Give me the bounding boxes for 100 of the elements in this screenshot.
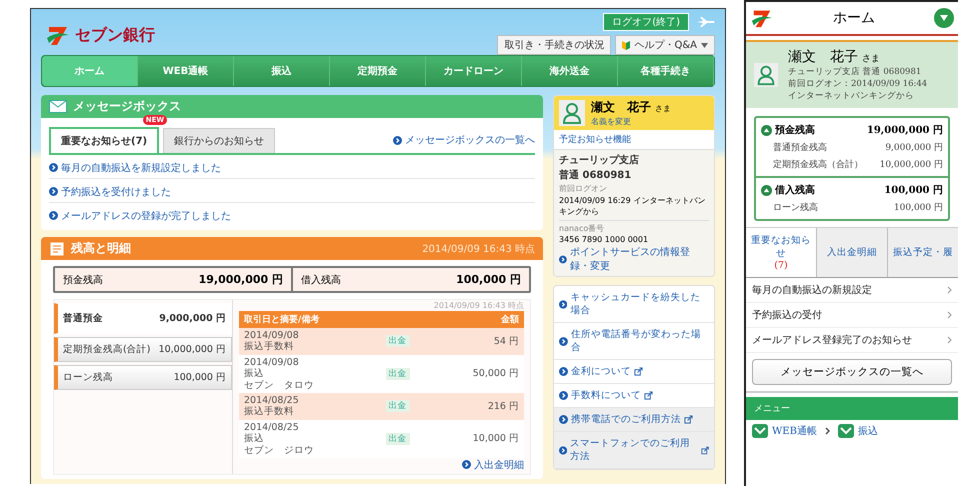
- message-list-link[interactable]: メッセージボックスの一覧へ: [393, 133, 535, 147]
- chevron-right-icon: [947, 336, 952, 344]
- balance-label: 借入残高: [775, 183, 815, 197]
- balance-amount: 100,000 円: [894, 202, 943, 214]
- column-header: 金額: [380, 311, 524, 328]
- transaction-description: 振込: [244, 368, 265, 380]
- transaction-description: 振込手数料: [244, 406, 295, 418]
- notice-tab[interactable]: 重要なお知らせ (7): [746, 228, 816, 277]
- caret-icon: [701, 42, 708, 48]
- usage-guide-link[interactable]: 携帯電話でのご利用方法: [554, 408, 714, 432]
- arrow-circle-icon: [393, 136, 402, 144]
- arrow-circle-icon: [559, 300, 568, 308]
- menu-toggle-button[interactable]: [934, 8, 954, 28]
- account-tab[interactable]: ローン残高 100,000 円: [54, 365, 232, 390]
- arrow-circle-icon: [49, 211, 58, 220]
- amount-cell: 54 円: [430, 328, 524, 355]
- transaction-description: 振込手数料: [244, 341, 295, 353]
- status-button[interactable]: 取引き・手続きの状況: [497, 35, 612, 55]
- collapse-icon: [761, 124, 772, 136]
- nanaco-number: 3456 7890 1000 0001: [559, 235, 650, 244]
- help-dropdown[interactable]: ヘルプ・Q&A: [615, 35, 715, 55]
- account-tab[interactable]: 普通預金 9,000,000 円: [54, 303, 232, 334]
- arrow-circle-icon: [559, 336, 568, 346]
- arrow-circle-icon: [462, 460, 471, 470]
- amount-cell: 216 円: [430, 392, 524, 420]
- notice-item[interactable]: 毎月の自動振込の新規設定: [746, 278, 958, 303]
- point-service-link[interactable]: ポイントサービスの情報登録・変更: [559, 245, 709, 273]
- last-logon-text: 前回ログオン：2014/09/09 16:44: [788, 78, 928, 90]
- balance-label: 定期預金残高（合計）: [773, 158, 863, 171]
- usage-guide-link[interactable]: スマートフォンでのご利用方法: [554, 432, 714, 469]
- arrow-circle-icon: [559, 367, 568, 376]
- collapse-icon: [761, 184, 772, 196]
- arrow-circle-icon: [49, 187, 58, 196]
- arrow-circle-icon: [559, 415, 568, 424]
- menu-title: メニュー: [754, 404, 790, 414]
- transaction-description: 振込: [244, 433, 265, 445]
- document-icon: [49, 240, 65, 256]
- nanaco-label: nanaco番号: [559, 220, 709, 234]
- last-logon-text: 2014/09/09 16:29 インターネットバンキングから: [559, 195, 706, 217]
- menu-item-icon: [838, 424, 854, 438]
- transaction-date: 2014/09/08: [244, 330, 300, 341]
- message-link[interactable]: 予約振込を受付けました: [49, 184, 171, 198]
- message-link[interactable]: 毎月の自動振込を新規設定しました: [49, 160, 221, 174]
- airplane-icon: [697, 17, 715, 27]
- account-tab[interactable]: 定期預金残高(合計) 10,000,000 円: [54, 337, 232, 362]
- message-tab[interactable]: 銀行からのお知らせ: [163, 128, 276, 153]
- amount-cell: 50,000 円: [430, 354, 524, 393]
- balance-amount: 9,000,000 円: [885, 142, 943, 154]
- help-link[interactable]: 住所や電話番号が変わった場合: [554, 323, 714, 360]
- bank-name: セブン銀行: [75, 24, 155, 46]
- arrow-circle-icon: [559, 391, 568, 400]
- help-link[interactable]: キャッシュカードを紛失した場合: [554, 286, 714, 323]
- balance-amount: 10,000,000 円: [880, 159, 943, 171]
- balance-label: ローン残高: [773, 202, 818, 214]
- balance-label: 普通預金残高: [773, 141, 827, 154]
- transaction-date: 2014/09/08: [244, 356, 300, 368]
- balance-amount: 100,000 円: [884, 184, 943, 197]
- help-link[interactable]: 金利について: [554, 360, 714, 384]
- transaction-details-link[interactable]: 入出金明細: [462, 458, 524, 472]
- message-list-button[interactable]: メッセージボックスの一覧へ: [752, 359, 952, 385]
- summary-label: 借入残高: [301, 274, 341, 286]
- logon-channel: インターネットバンキングから: [788, 90, 915, 102]
- transaction-date: 2014/08/25: [244, 394, 300, 406]
- balance-label: 預金残高: [775, 123, 815, 137]
- transaction-description: セブン タロウ: [244, 380, 315, 391]
- arrow-circle-icon: [559, 254, 567, 264]
- last-logon-label: 前回ログオン: [559, 183, 608, 194]
- menu-item-icon: [752, 424, 768, 438]
- screen-title: ホーム: [832, 9, 876, 27]
- arrow-circle-icon: [559, 446, 568, 454]
- section-title: 残高と明細: [71, 240, 131, 257]
- message-tab[interactable]: 重要なお知らせ(7): [49, 127, 160, 153]
- transaction-type-tag: 出金: [386, 335, 410, 348]
- message-link[interactable]: メールアドレスの登録が完了しました: [49, 208, 231, 222]
- amount-cell: 10,000 円: [430, 420, 524, 458]
- person-icon: [559, 100, 585, 126]
- person-icon: [754, 63, 778, 87]
- chevron-right-icon: [947, 286, 952, 294]
- summary-amount: 100,000 円: [456, 272, 521, 287]
- notice-item[interactable]: メールアドレス登録完了のお知らせ: [746, 328, 958, 353]
- menu-item[interactable]: 振込: [838, 424, 878, 438]
- change-name-link[interactable]: 名義を変更: [591, 116, 671, 127]
- timestamp: 2014/09/09 16:43 時点: [434, 300, 524, 311]
- user-name: 瀬文 花子 さま: [591, 99, 671, 116]
- transaction-description: セブン ジロウ: [244, 444, 315, 456]
- branch-name: チューリップ支店: [559, 153, 640, 167]
- menu-item[interactable]: WEB通帳: [752, 424, 817, 438]
- account-number: 普通 0680981: [559, 168, 632, 182]
- user-name: 瀬文 花子 さま: [788, 48, 881, 66]
- section-title: メッセージボックス: [73, 98, 181, 115]
- transaction-type-tag: 出金: [386, 432, 410, 445]
- transaction-type-tag: 出金: [386, 400, 410, 412]
- transaction-date: 2014/08/25: [244, 422, 300, 433]
- timestamp: 2014/09/09 16:43 時点: [422, 242, 535, 256]
- caret-icon: [940, 15, 948, 21]
- column-header: 取引日と摘要/備考: [239, 311, 381, 328]
- transaction-type-tag: 出金: [386, 368, 410, 380]
- notice-item[interactable]: 予約振込の受付: [746, 303, 958, 328]
- chevron-right-icon: [947, 311, 952, 319]
- chevron-right-icon: [824, 427, 830, 435]
